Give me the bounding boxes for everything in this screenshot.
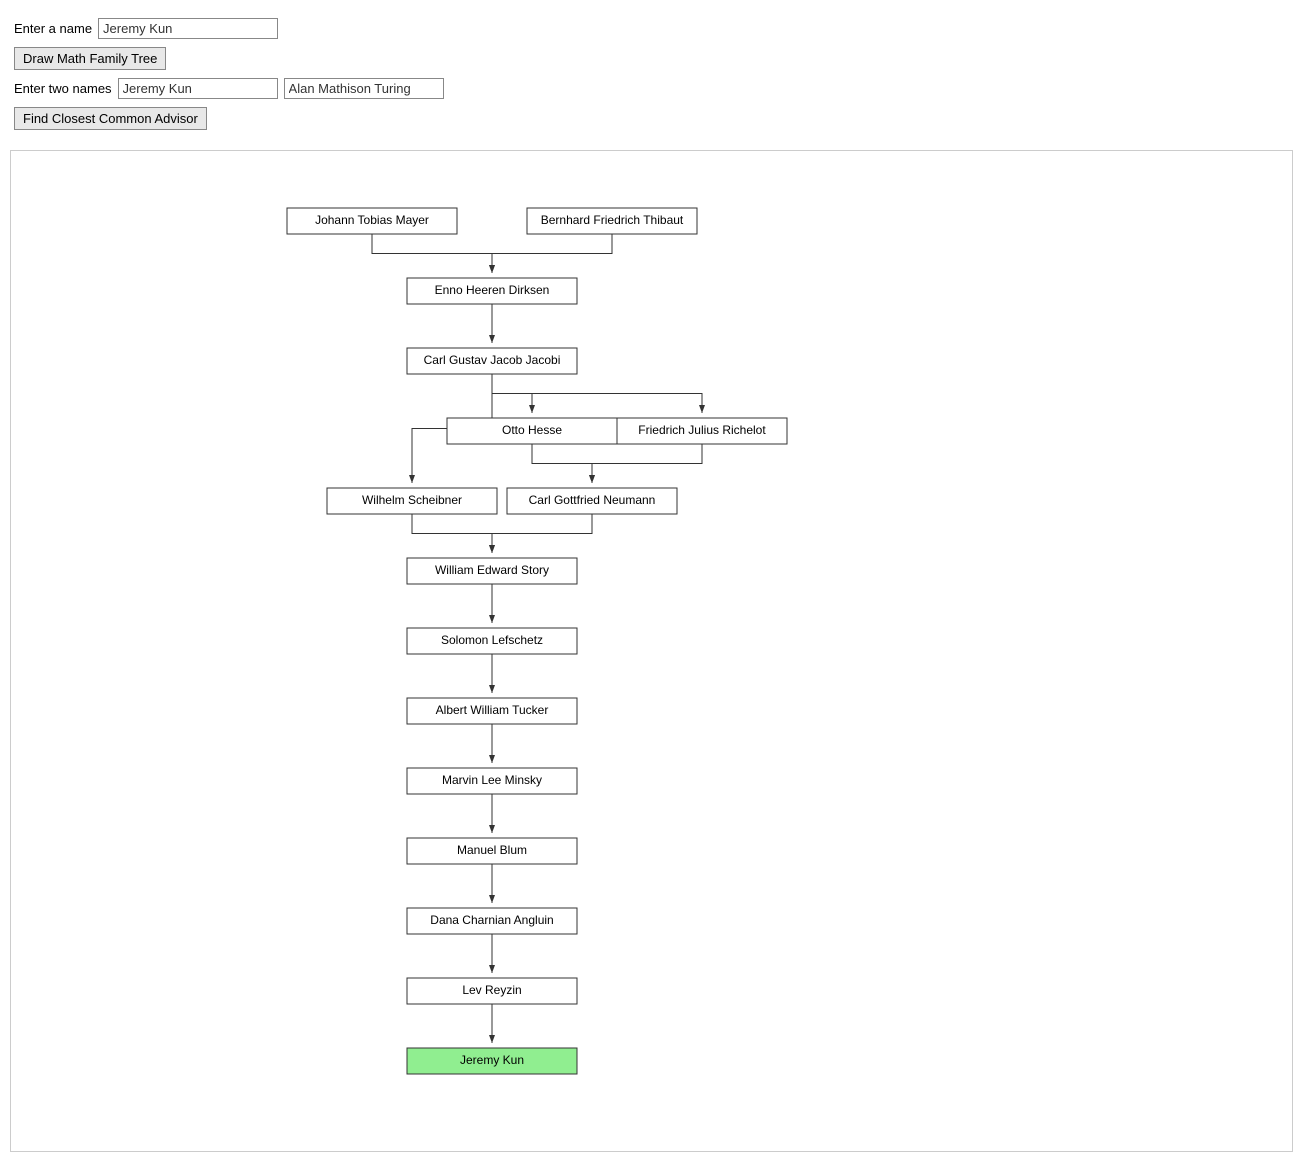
tree-node[interactable]: Lev Reyzin xyxy=(407,978,577,1004)
tree-node[interactable]: Enno Heeren Dirksen xyxy=(407,278,577,304)
svg-text:William Edward Story: William Edward Story xyxy=(434,563,548,577)
tree-node[interactable]: Manuel Blum xyxy=(407,838,577,864)
tree-node[interactable]: Johann Tobias Mayer xyxy=(287,208,457,234)
name-row: Enter a name xyxy=(14,18,1289,39)
tree-node[interactable]: Jeremy Kun xyxy=(407,1048,577,1074)
name-label: Enter a name xyxy=(14,21,92,36)
svg-text:Jeremy Kun: Jeremy Kun xyxy=(459,1053,523,1067)
svg-text:Lev Reyzin: Lev Reyzin xyxy=(462,983,521,997)
name1-input[interactable] xyxy=(118,78,278,99)
two-names-row: Enter two names xyxy=(14,78,1289,99)
svg-text:Bernhard Friedrich Thibaut: Bernhard Friedrich Thibaut xyxy=(540,213,683,227)
controls-panel: Enter a name Draw Math Family Tree Enter… xyxy=(10,10,1293,146)
svg-text:Carl Gustav Jacob Jacobi: Carl Gustav Jacob Jacobi xyxy=(423,353,560,367)
find-button-row: Find Closest Common Advisor xyxy=(14,107,1289,130)
tree-node[interactable]: Friedrich Julius Richelot xyxy=(617,418,787,444)
tree-node[interactable]: Carl Gottfried Neumann xyxy=(507,488,677,514)
tree-node[interactable]: Albert William Tucker xyxy=(407,698,577,724)
find-button[interactable]: Find Closest Common Advisor xyxy=(14,107,207,130)
tree-node[interactable]: Bernhard Friedrich Thibaut xyxy=(527,208,697,234)
svg-text:Carl Gottfried Neumann: Carl Gottfried Neumann xyxy=(528,493,655,507)
svg-text:Albert William Tucker: Albert William Tucker xyxy=(435,703,548,717)
svg-text:Solomon Lefschetz: Solomon Lefschetz xyxy=(440,633,542,647)
svg-text:Manuel Blum: Manuel Blum xyxy=(456,843,526,857)
name-input[interactable] xyxy=(98,18,278,39)
tree-node[interactable]: William Edward Story xyxy=(407,558,577,584)
svg-text:Otto Hesse: Otto Hesse xyxy=(501,423,561,437)
tree-node[interactable]: Solomon Lefschetz xyxy=(407,628,577,654)
draw-button-row: Draw Math Family Tree xyxy=(14,47,1289,70)
tree-node[interactable]: Marvin Lee Minsky xyxy=(407,768,577,794)
tree-node[interactable]: Carl Gustav Jacob Jacobi xyxy=(407,348,577,374)
svg-text:Marvin Lee Minsky: Marvin Lee Minsky xyxy=(441,773,541,787)
svg-text:Friedrich Julius Richelot: Friedrich Julius Richelot xyxy=(638,423,766,437)
draw-button[interactable]: Draw Math Family Tree xyxy=(14,47,166,70)
tree-node[interactable]: Wilhelm Scheibner xyxy=(327,488,497,514)
svg-text:Enno Heeren Dirksen: Enno Heeren Dirksen xyxy=(434,283,549,297)
tree-node[interactable]: Dana Charnian Angluin xyxy=(407,908,577,934)
tree-container: Johann Tobias Mayer Bernhard Friedrich Th… xyxy=(10,150,1293,1152)
tree-svg: Johann Tobias Mayer Bernhard Friedrich Th… xyxy=(22,161,1282,1141)
tree-node[interactable]: Otto Hesse xyxy=(447,418,617,444)
svg-text:Wilhelm Scheibner: Wilhelm Scheibner xyxy=(361,493,461,507)
svg-text:Dana Charnian Angluin: Dana Charnian Angluin xyxy=(430,913,553,927)
name2-input[interactable] xyxy=(284,78,444,99)
svg-text:Johann Tobias Mayer: Johann Tobias Mayer xyxy=(315,213,429,227)
two-names-label: Enter two names xyxy=(14,81,112,96)
